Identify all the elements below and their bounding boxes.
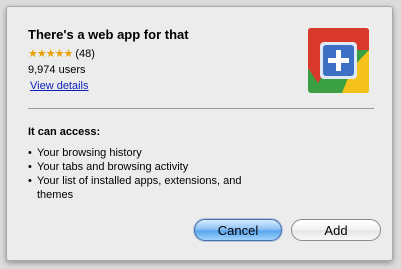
- user-count: 9,974 users: [28, 64, 86, 76]
- rating-count: (48): [75, 47, 95, 60]
- rating-row: ★★★★★ (48): [28, 47, 95, 61]
- bullet: •: [28, 147, 32, 159]
- permission-list: • Your browsing history • Your tabs and …: [28, 146, 278, 202]
- divider: [28, 108, 374, 109]
- permission-item: • Your list of installed apps, extension…: [28, 174, 278, 202]
- access-heading: It can access:: [28, 126, 101, 138]
- add-button[interactable]: Add: [291, 219, 381, 241]
- permission-text: Your tabs and browsing activity: [37, 161, 189, 173]
- permission-item: • Your browsing history: [28, 146, 278, 160]
- web-app-plus-icon: [308, 28, 369, 93]
- bullet: •: [28, 175, 32, 187]
- dialog-title: There's a web app for that: [28, 27, 189, 42]
- permission-item: • Your tabs and browsing activity: [28, 160, 278, 174]
- star-rating-icon: ★★★★★: [28, 48, 73, 60]
- install-dialog: There's a web app for that ★★★★★ (48) 9,…: [6, 6, 393, 261]
- view-details-link[interactable]: View details: [30, 80, 89, 92]
- permission-text: Your list of installed apps, extensions,…: [37, 175, 242, 201]
- bullet: •: [28, 161, 32, 173]
- permission-text: Your browsing history: [37, 147, 142, 159]
- cancel-button[interactable]: Cancel: [194, 219, 282, 241]
